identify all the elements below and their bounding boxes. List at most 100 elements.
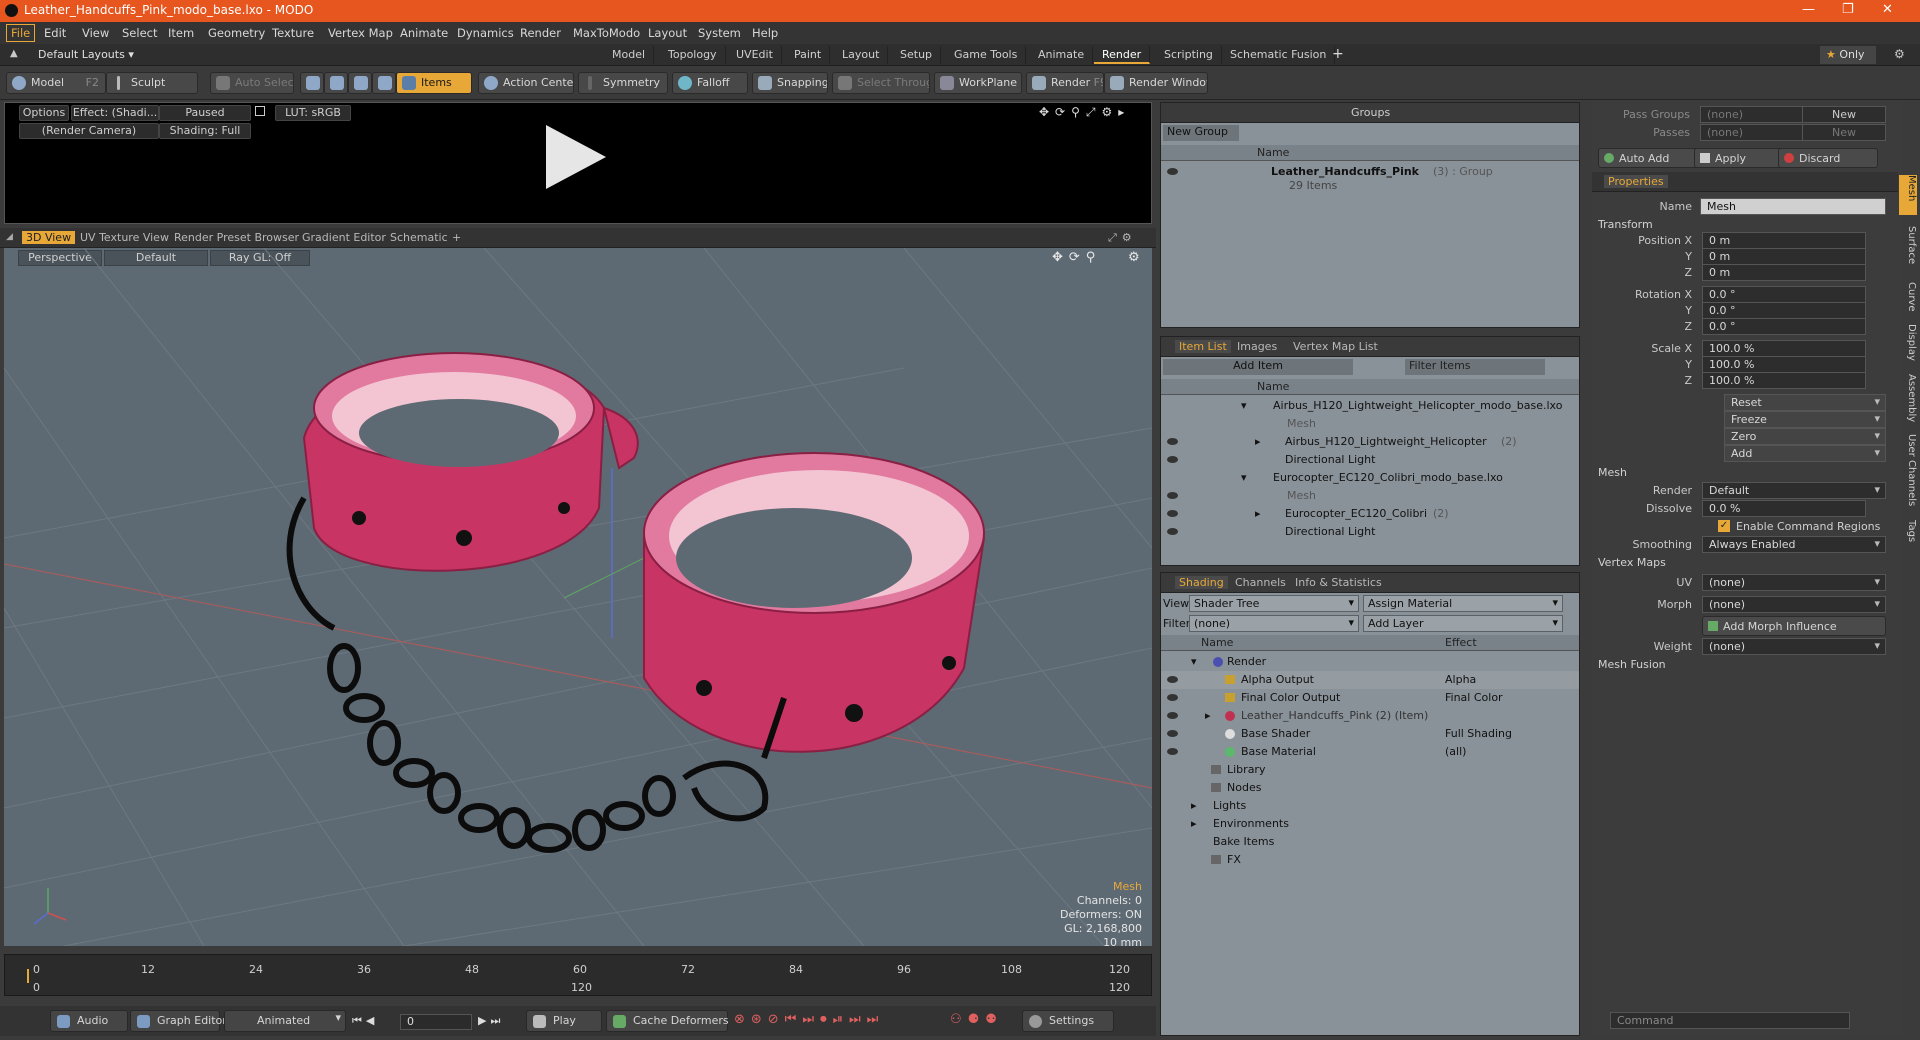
filter-items-input[interactable]: Filter Items xyxy=(1405,359,1545,375)
only-toggle[interactable]: ★ Only xyxy=(1820,46,1876,64)
tab-vertex-map-list[interactable]: Vertex Map List xyxy=(1293,340,1378,353)
model-mode-button[interactable]: Model F2 xyxy=(6,72,106,94)
list-item[interactable]: ▸ Airbus_H120_Lightweight_Helicopter (2) xyxy=(1161,433,1579,451)
uv-dropdown[interactable]: (none) xyxy=(1702,574,1886,591)
list-item[interactable]: Directional Light xyxy=(1161,523,1579,541)
frame-input[interactable]: 0 xyxy=(400,1014,472,1030)
lut-dropdown[interactable]: LUT: sRGB xyxy=(275,105,351,121)
command-input[interactable]: Command xyxy=(1610,1012,1850,1029)
tab-uv-texture-view[interactable]: UV Texture View xyxy=(80,231,169,244)
side-tab-user-channels[interactable]: User Channels xyxy=(1899,434,1917,514)
vertex-maps-section[interactable]: Vertex Maps xyxy=(1598,556,1666,569)
layout-tab-setup[interactable]: Setup xyxy=(892,46,942,64)
visibility-eye-icon[interactable] xyxy=(1167,676,1178,683)
time-cursor[interactable] xyxy=(27,969,29,983)
render-button[interactable]: Render F9 xyxy=(1026,72,1104,94)
tab-gradient-editor[interactable]: Gradient Editor xyxy=(302,231,386,244)
new-group-button[interactable]: New Group xyxy=(1163,125,1239,141)
preview-nav-icons[interactable]: ✥⟳⚲⤢⚙▸ xyxy=(1039,105,1130,120)
gear-icon[interactable]: ⚙ xyxy=(1894,47,1905,61)
layout-tab-render[interactable]: Render xyxy=(1094,46,1151,64)
tab-images[interactable]: Images xyxy=(1237,340,1277,353)
tab-info-statistics[interactable]: Info & Statistics xyxy=(1295,576,1382,589)
auto-add-button[interactable]: Auto Add xyxy=(1598,148,1698,168)
workplane-button[interactable]: WorkPlane xyxy=(934,72,1022,94)
layout-tab-model[interactable]: Model xyxy=(604,46,655,64)
menu-dynamics[interactable]: Dynamics xyxy=(457,26,514,40)
shader-row[interactable]: FX xyxy=(1161,851,1579,869)
graph-editor-button[interactable]: Graph Editor xyxy=(130,1010,227,1032)
visibility-eye-icon[interactable] xyxy=(1167,694,1178,701)
add-tab-icon[interactable]: + xyxy=(452,231,461,244)
tab-render-preset-browser[interactable]: Render Preset Browser xyxy=(174,231,299,244)
shader-row[interactable]: Alpha Output Alpha xyxy=(1161,671,1579,689)
tab-3d-view[interactable]: 3D View xyxy=(22,231,76,244)
rotation-z-field[interactable]: 0.0 ° xyxy=(1702,318,1866,335)
menu-texture[interactable]: Texture xyxy=(272,26,314,40)
visibility-eye-icon[interactable] xyxy=(1167,456,1178,463)
tab-shading[interactable]: Shading xyxy=(1175,576,1228,589)
dissolve-field[interactable]: 0.0 % xyxy=(1702,500,1866,517)
visibility-eye-icon[interactable] xyxy=(1167,492,1178,499)
position-x-field[interactable]: 0 m xyxy=(1702,232,1866,249)
mesh-section[interactable]: Mesh xyxy=(1598,466,1627,479)
shading-dropdown[interactable]: Shading: Full xyxy=(159,123,251,139)
position-y-field[interactable]: 0 m xyxy=(1702,248,1866,265)
menu-maxtomodo[interactable]: MaxToModo xyxy=(573,26,640,40)
list-item[interactable]: ▾ Airbus_H120_Lightweight_Helicopter_modo… xyxy=(1161,397,1579,415)
list-item[interactable]: Directional Light xyxy=(1161,451,1579,469)
name-field[interactable]: Mesh xyxy=(1700,198,1886,215)
add-dropdown[interactable]: Add xyxy=(1724,445,1886,462)
visibility-eye-icon[interactable] xyxy=(1167,510,1178,517)
vertices-mode-button[interactable] xyxy=(300,72,324,94)
snapping-button[interactable]: Snapping xyxy=(752,72,828,94)
layout-tab-scripting[interactable]: Scripting xyxy=(1156,46,1222,64)
visibility-eye-icon[interactable] xyxy=(1167,730,1178,737)
new-pass-button[interactable]: New xyxy=(1802,124,1886,141)
render-dropdown[interactable]: Default xyxy=(1702,482,1886,499)
layout-tab-schematic-fusion[interactable]: Schematic Fusion xyxy=(1222,46,1336,64)
rotation-y-field[interactable]: 0.0 ° xyxy=(1702,302,1866,319)
rewind-controls[interactable]: ⏮◀ xyxy=(352,1014,378,1028)
audio-button[interactable]: Audio xyxy=(50,1010,128,1032)
shader-row[interactable]: ▸ Leather_Handcuffs_Pink (2) (Item) xyxy=(1161,707,1579,725)
scale-y-field[interactable]: 100.0 % xyxy=(1702,356,1866,373)
add-layout-icon[interactable]: + xyxy=(1332,46,1344,62)
key-controls[interactable]: ⊗⊛⊘⏮⏭⏺⏯⏭⏭ xyxy=(734,1012,884,1027)
list-item[interactable]: ▾ Eurocopter_EC120_Colibri_modo_base.lxo xyxy=(1161,469,1579,487)
layout-tab-uvedit[interactable]: UVEdit xyxy=(728,46,782,64)
layout-selector[interactable]: Default Layouts ▾ xyxy=(38,48,134,61)
shader-row[interactable]: Base Material (all) xyxy=(1161,743,1579,761)
menu-file[interactable]: File xyxy=(6,24,36,42)
menu-render[interactable]: Render xyxy=(520,26,561,40)
passes-dropdown[interactable]: (none) xyxy=(1700,124,1818,141)
visibility-eye-icon[interactable] xyxy=(1167,438,1178,445)
menu-view[interactable]: View xyxy=(82,26,109,40)
auto-select-button[interactable]: Auto Select xyxy=(210,72,294,94)
scale-z-field[interactable]: 100.0 % xyxy=(1702,372,1866,389)
select-through-button[interactable]: Select Through xyxy=(832,72,930,94)
transform-section[interactable]: Transform xyxy=(1598,218,1653,231)
shader-row[interactable]: ▸ Environments xyxy=(1161,815,1579,833)
side-tab-curve[interactable]: Curve xyxy=(1899,282,1917,318)
pass-groups-dropdown[interactable]: (none) xyxy=(1700,106,1818,123)
minimize-button[interactable]: — xyxy=(1802,2,1815,17)
tab-item-list[interactable]: Item List xyxy=(1175,340,1231,353)
render-window-button[interactable]: Render Window xyxy=(1104,72,1208,94)
enable-command-regions-checkbox[interactable]: ✓ xyxy=(1718,520,1730,532)
mesh-fusion-section[interactable]: Mesh Fusion xyxy=(1598,658,1666,671)
menu-edit[interactable]: Edit xyxy=(44,26,66,40)
settings-button[interactable]: Settings xyxy=(1022,1010,1114,1032)
menu-help[interactable]: Help xyxy=(752,26,778,40)
close-button[interactable]: ✕ xyxy=(1882,2,1893,17)
menu-select[interactable]: Select xyxy=(122,26,157,40)
view-dropdown[interactable]: Shader Tree xyxy=(1189,595,1359,612)
position-z-field[interactable]: 0 m xyxy=(1702,264,1866,281)
falloff-button[interactable]: Falloff xyxy=(672,72,748,94)
reset-dropdown[interactable]: Reset xyxy=(1724,394,1886,411)
layout-tab-topology[interactable]: Topology xyxy=(660,46,726,64)
layout-tab-animate[interactable]: Animate xyxy=(1030,46,1094,64)
list-item[interactable]: ▸ Eurocopter_EC120_Colibri (2) xyxy=(1161,505,1579,523)
visibility-eye-icon[interactable] xyxy=(1167,168,1178,175)
menu-layout[interactable]: Layout xyxy=(648,26,687,40)
